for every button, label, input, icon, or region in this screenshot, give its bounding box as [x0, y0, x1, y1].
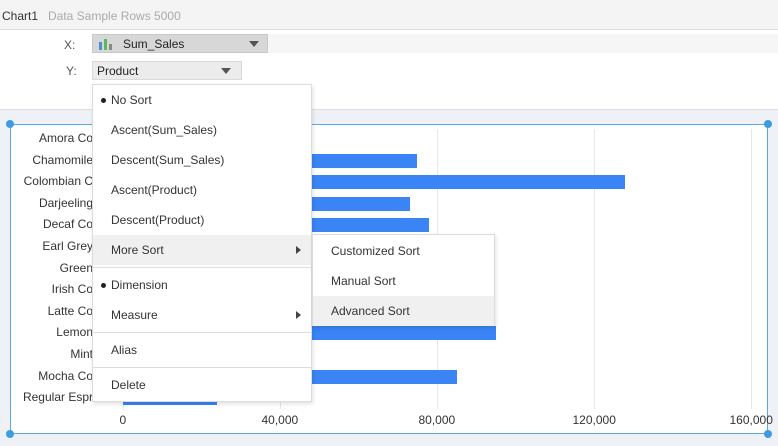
chevron-down-icon[interactable] [249, 41, 259, 47]
submenu-item-label: Manual Sort [331, 274, 396, 288]
y-axis-field-value: Product [97, 64, 139, 78]
grid-line [751, 129, 752, 409]
menu-item-label: Ascent(Sum_Sales) [111, 123, 218, 137]
x-axis-drop-area[interactable] [268, 34, 778, 53]
y-category-label: Regular Espr [22, 390, 93, 405]
y-category-label: Latte Co [47, 303, 93, 318]
x-tick-label: 80,000 [418, 413, 456, 427]
menu-item-label: Descent(Sum_Sales) [111, 153, 225, 167]
x-tick-label: 120,000 [572, 413, 616, 427]
menu-item-label: No Sort [111, 93, 152, 107]
y-category-label: Green [59, 260, 93, 275]
menu-item-label: Measure [111, 308, 158, 322]
resize-handle-bottom-right[interactable] [764, 430, 772, 438]
y-category-label: Earl Grey [42, 239, 93, 253]
submenu-item-manual-sort[interactable]: Manual Sort [313, 266, 494, 296]
y-category-label: Irish Co [51, 282, 93, 297]
menu-item-no-sort[interactable]: No Sort [93, 85, 311, 115]
menu-item-label: Alias [111, 343, 138, 357]
sort-context-menu: No Sort Ascent(Sum_Sales) Descent(Sum_Sale… [92, 84, 312, 402]
y-category-label: Mocha Co [38, 368, 93, 383]
resize-handle-top-left[interactable] [6, 120, 14, 128]
chevron-right-icon [296, 311, 301, 319]
x-tick-label: 0 [119, 413, 127, 427]
submenu-item-customized-sort[interactable]: Customized Sort [313, 236, 494, 266]
grid-line [594, 129, 595, 409]
menu-item-dimension[interactable]: Dimension [93, 270, 311, 300]
x-tick-label: 40,000 [261, 413, 299, 427]
menu-item-more-sort[interactable]: More Sort [93, 235, 311, 265]
more-sort-submenu: Customized Sort Manual Sort Advanced Sort [312, 234, 495, 326]
x-tick-label: 160,000 [729, 413, 773, 427]
y-category-label: Chamomile [32, 152, 93, 167]
menu-item-label: More Sort [111, 243, 164, 257]
menu-item-delete[interactable]: Delete [93, 370, 311, 400]
submenu-item-label: Advanced Sort [331, 304, 410, 318]
checked-dot-icon [101, 98, 106, 103]
y-category-label: Amora Co [38, 131, 93, 145]
x-axis-field[interactable]: Sum_Sales [92, 34, 268, 53]
y-category-label: Mint [70, 347, 93, 361]
checked-dot-icon [101, 283, 106, 288]
menu-divider [93, 267, 311, 268]
menu-item-measure[interactable]: Measure [93, 300, 311, 330]
menu-divider [93, 367, 311, 368]
resize-handle-bottom-left[interactable] [6, 430, 14, 438]
x-axis-label: X: [64, 38, 76, 52]
sample-rows-info: Data Sample Rows 5000 [48, 9, 181, 23]
menu-item-label: Delete [111, 378, 146, 392]
bar-chart-icon [99, 39, 112, 50]
x-axis-field-value: Sum_Sales [123, 37, 185, 51]
menu-item-descent-sum-sales[interactable]: Descent(Sum_Sales) [93, 145, 311, 175]
y-axis-field[interactable]: Product [92, 61, 242, 80]
chevron-right-icon [296, 246, 301, 254]
menu-item-descent-product[interactable]: Descent(Product) [93, 205, 311, 235]
chart-title: Chart1 [2, 9, 39, 23]
menu-item-label: Descent(Product) [111, 213, 205, 227]
menu-item-ascent-sum-sales[interactable]: Ascent(Sum_Sales) [93, 115, 311, 145]
menu-item-label: Ascent(Product) [111, 183, 198, 197]
y-category-label: Colombian C [23, 174, 93, 189]
y-category-label: Darjeeling [38, 195, 93, 210]
y-category-label: Lemon [56, 325, 93, 340]
y-axis-label: Y: [66, 64, 77, 78]
y-category-label: Decaf Co [42, 217, 93, 232]
menu-item-label: Dimension [111, 278, 168, 292]
submenu-item-advanced-sort[interactable]: Advanced Sort [313, 296, 494, 326]
menu-divider [93, 332, 311, 333]
menu-item-alias[interactable]: Alias [93, 335, 311, 365]
chevron-down-icon[interactable] [221, 68, 231, 74]
chart-header-bar: Chart1 Data Sample Rows 5000 [0, 0, 778, 30]
submenu-item-label: Customized Sort [331, 244, 420, 258]
menu-item-ascent-product[interactable]: Ascent(Product) [93, 175, 311, 205]
resize-handle-top-right[interactable] [764, 120, 772, 128]
